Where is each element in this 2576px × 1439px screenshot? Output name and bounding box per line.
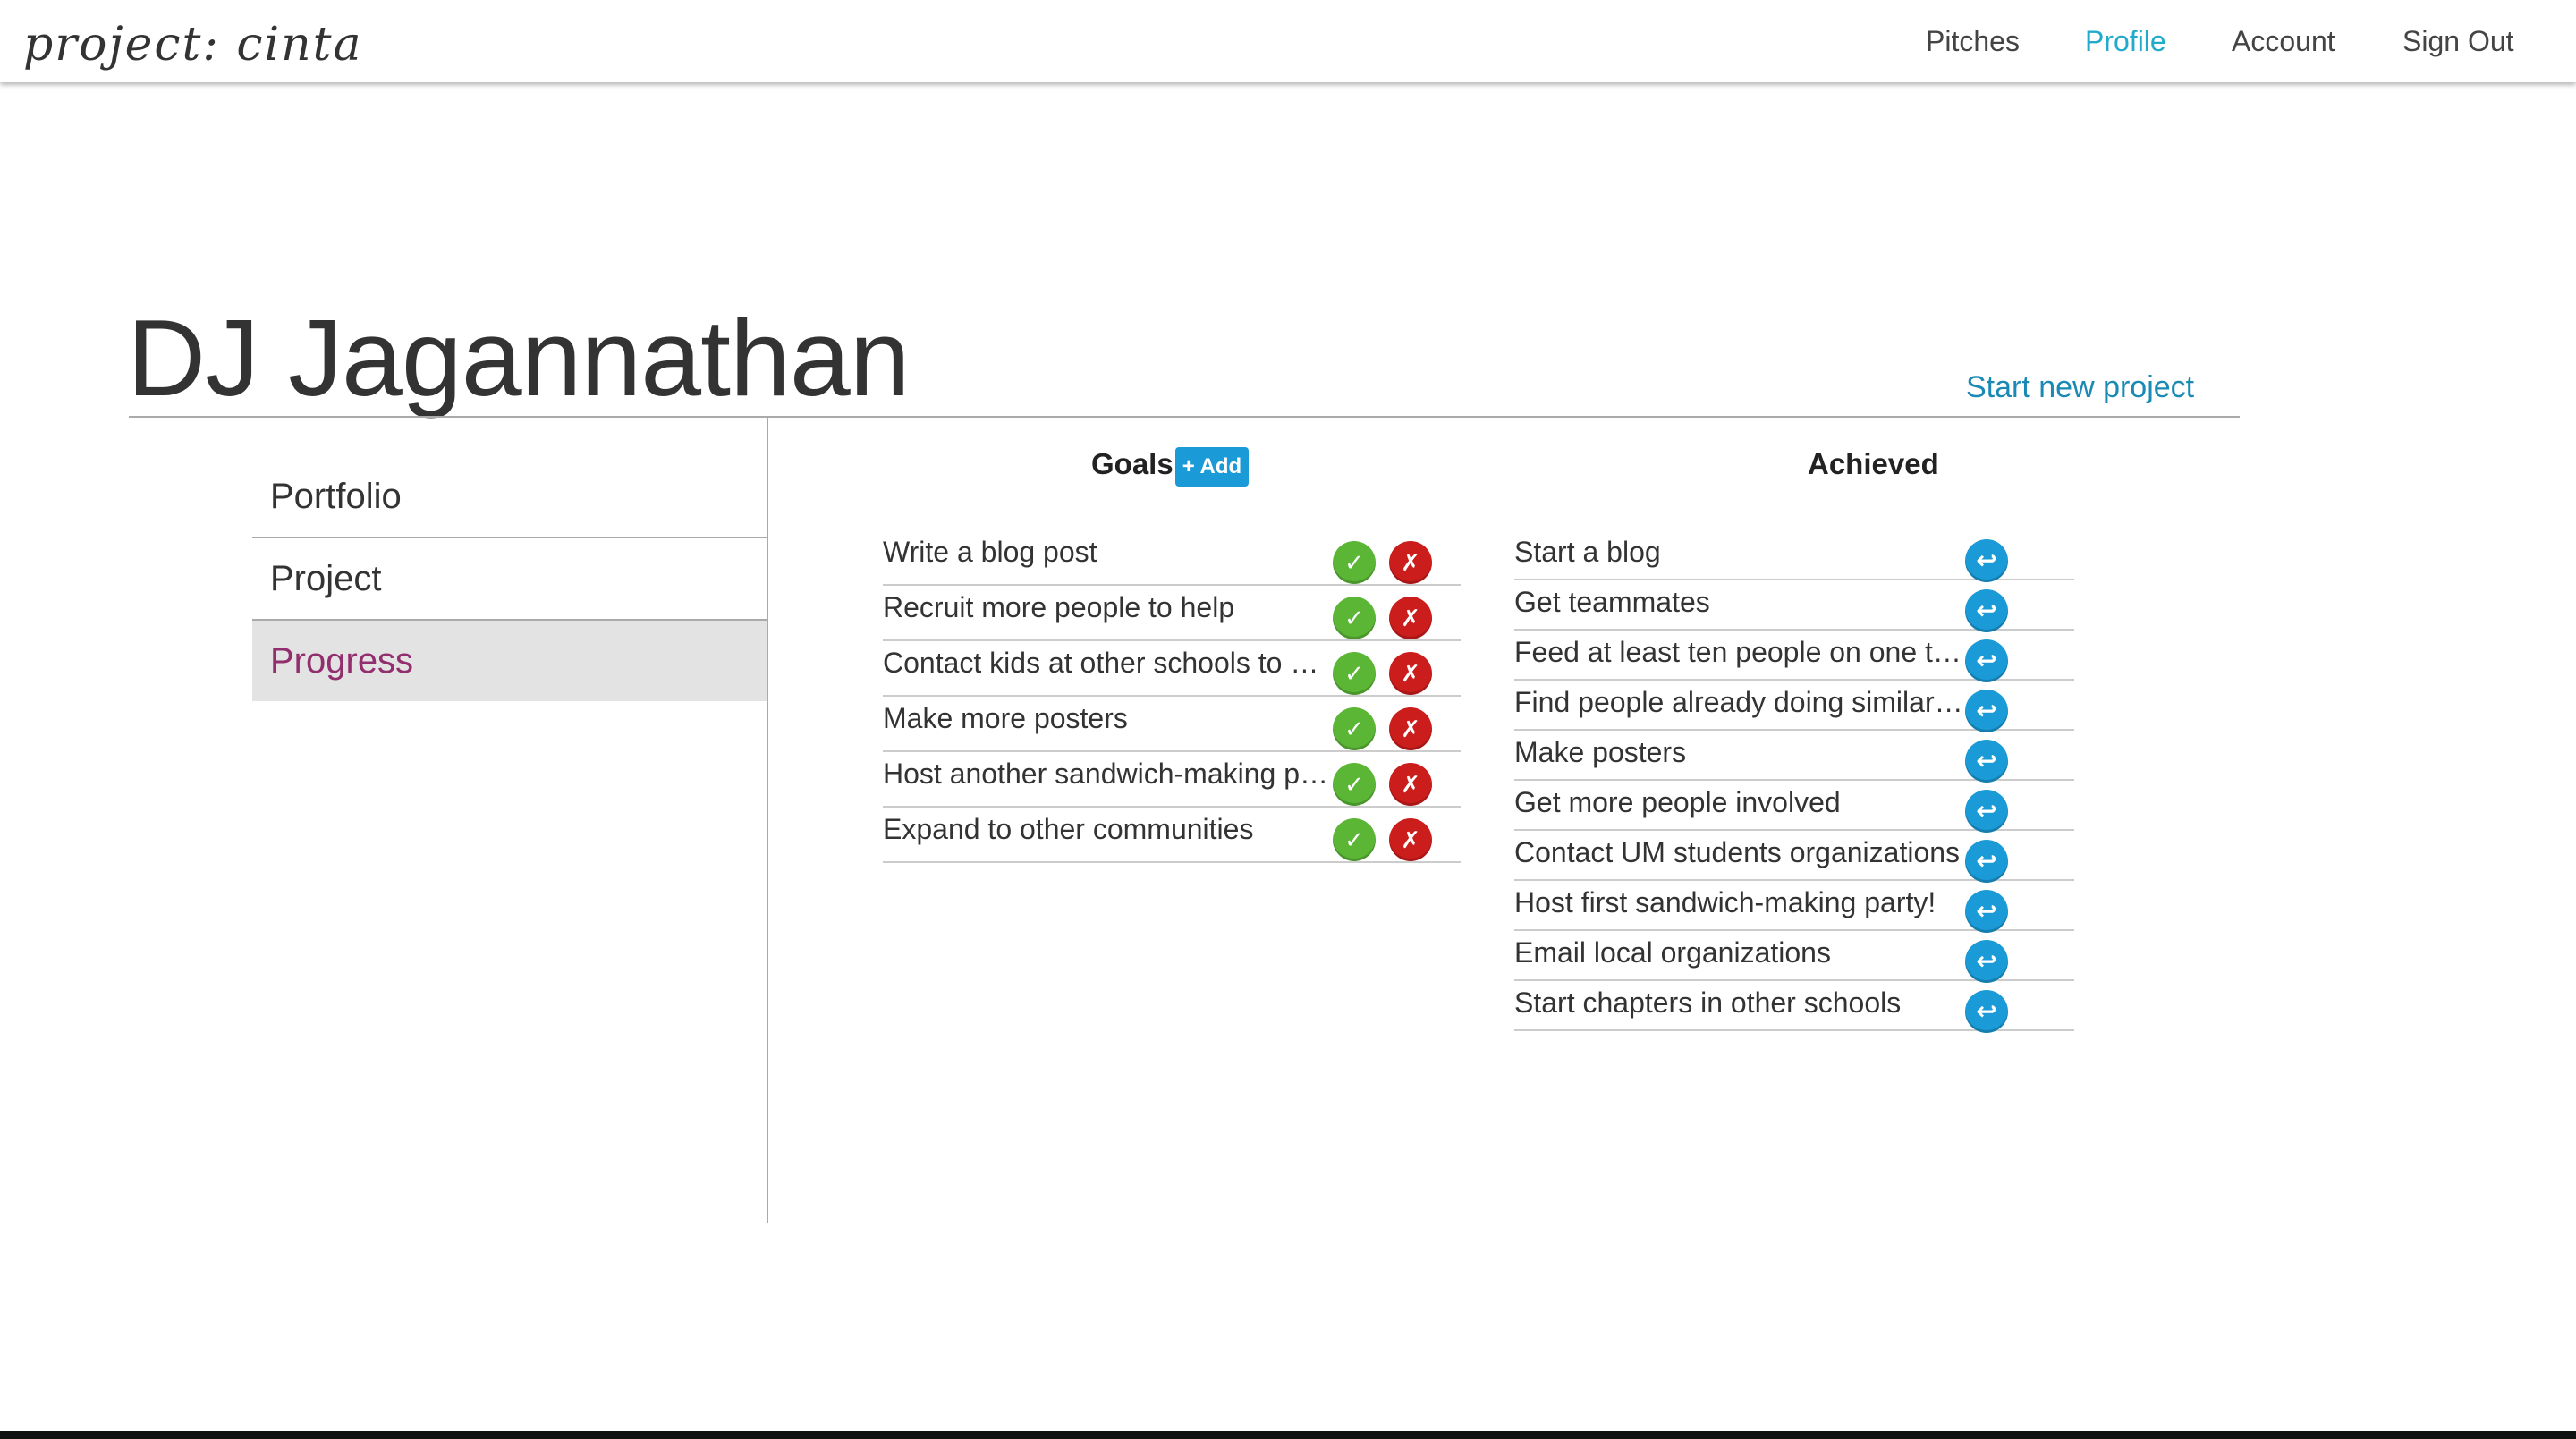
sidebar-item-progress[interactable]: Progress [252, 621, 767, 701]
undo-icon[interactable]: ↩ [1965, 639, 2008, 682]
achieved-row: Get more people involved ↩ [1514, 783, 2074, 833]
top-navigation-bar: project: cinta Pitches Profile Account S… [0, 0, 2576, 82]
nav-account[interactable]: Account [2232, 25, 2335, 58]
undo-icon[interactable]: ↩ [1965, 740, 2008, 783]
add-goal-button[interactable]: + Add [1175, 447, 1249, 487]
goals-list: Write a blog post ✓ ✗ Recruit more people t… [883, 532, 1461, 865]
complete-goal-check-icon[interactable]: ✓ [1333, 763, 1376, 806]
remove-goal-x-icon[interactable]: ✗ [1389, 541, 1432, 584]
achieved-text: Contact UM students organizations [1514, 836, 1961, 868]
remove-goal-x-icon[interactable]: ✗ [1389, 652, 1432, 695]
undo-icon[interactable]: ↩ [1965, 690, 2008, 732]
remove-goal-x-icon[interactable]: ✗ [1389, 707, 1432, 750]
goal-text: Make more posters [883, 702, 1128, 734]
complete-goal-check-icon[interactable]: ✓ [1333, 597, 1376, 639]
achieved-row: Feed at least ten people on one trip ↩ [1514, 632, 2074, 682]
remove-goal-x-icon[interactable]: ✗ [1389, 818, 1432, 861]
remove-goal-x-icon[interactable]: ✗ [1389, 597, 1432, 639]
nav-sign-out[interactable]: Sign Out [2402, 25, 2514, 58]
achieved-row: Email local organizations ↩ [1514, 933, 2074, 983]
goal-row: Contact kids at other schools to get the… [883, 643, 1461, 697]
goal-row: Expand to other communities ✓ ✗ [883, 809, 1461, 863]
nav-pitches[interactable]: Pitches [1926, 25, 2020, 58]
goal-row: Write a blog post ✓ ✗ [883, 532, 1461, 586]
achieved-text: Feed at least ten people on one trip [1514, 636, 1963, 668]
achieved-text: Host first sandwich-making party! [1514, 886, 1936, 918]
undo-icon[interactable]: ↩ [1965, 940, 2008, 983]
achieved-text: Start a blog [1514, 536, 1661, 568]
sidebar-item-portfolio[interactable]: Portfolio [252, 456, 767, 538]
undo-icon[interactable]: ↩ [1965, 539, 2008, 582]
profile-sidebar: Portfolio Project Progress [252, 456, 767, 701]
achieved-text: Email local organizations [1514, 936, 1831, 969]
achieved-text: Make posters [1514, 736, 1687, 768]
remove-goal-x-icon[interactable]: ✗ [1389, 763, 1432, 806]
achieved-text: Get teammates [1514, 586, 1710, 618]
goal-row: Host another sandwich-making party ✓ ✗ [883, 754, 1461, 808]
achieved-list: Start a blog ↩ Get teammates ↩ Feed at least… [1514, 532, 2074, 1033]
undo-icon[interactable]: ↩ [1965, 589, 2008, 632]
undo-icon[interactable]: ↩ [1965, 990, 2008, 1033]
goal-text: Write a blog post [883, 536, 1097, 568]
achieved-row: Start chapters in other schools ↩ [1514, 983, 2074, 1033]
achieved-row: Start a blog ↩ [1514, 532, 2074, 582]
undo-icon[interactable]: ↩ [1965, 790, 2008, 833]
complete-goal-check-icon[interactable]: ✓ [1333, 818, 1376, 861]
complete-goal-check-icon[interactable]: ✓ [1333, 707, 1376, 750]
achieved-text: Get more people involved [1514, 786, 1841, 818]
nav-profile[interactable]: Profile [2085, 25, 2166, 58]
goal-row: Recruit more people to help ✓ ✗ [883, 588, 1461, 641]
goal-text: Contact kids at other schools to get the… [883, 647, 1332, 679]
site-logo[interactable]: project: cinta [23, 18, 363, 72]
sidebar-item-project[interactable]: Project [252, 538, 767, 621]
achieved-text: Start chapters in other schools [1514, 986, 1902, 1019]
achieved-row: Host first sandwich-making party! ↩ [1514, 883, 2074, 933]
goal-text: Expand to other communities [883, 813, 1254, 845]
achieved-text: Find people already doing similar things [1514, 686, 1963, 718]
achieved-row: Make posters ↩ [1514, 732, 2074, 783]
goal-text: Recruit more people to help [883, 591, 1235, 623]
window-bottom-edge [0, 1431, 2576, 1439]
header-divider [129, 416, 2240, 418]
complete-goal-check-icon[interactable]: ✓ [1333, 652, 1376, 695]
achieved-row: Contact UM students organizations ↩ [1514, 833, 2074, 883]
goal-text: Host another sandwich-making party [883, 758, 1332, 790]
goal-row: Make more posters ✓ ✗ [883, 698, 1461, 752]
achieved-heading: Achieved [1808, 447, 1939, 480]
undo-icon[interactable]: ↩ [1965, 840, 2008, 883]
start-new-project-link[interactable]: Start new project [1966, 370, 2194, 405]
achieved-row: Find people already doing similar things… [1514, 682, 2074, 732]
achieved-row: Get teammates ↩ [1514, 582, 2074, 632]
undo-icon[interactable]: ↩ [1965, 890, 2008, 933]
complete-goal-check-icon[interactable]: ✓ [1333, 541, 1376, 584]
profile-name: DJ Jagannathan [127, 297, 911, 419]
goals-heading: Goals [1091, 447, 1174, 480]
